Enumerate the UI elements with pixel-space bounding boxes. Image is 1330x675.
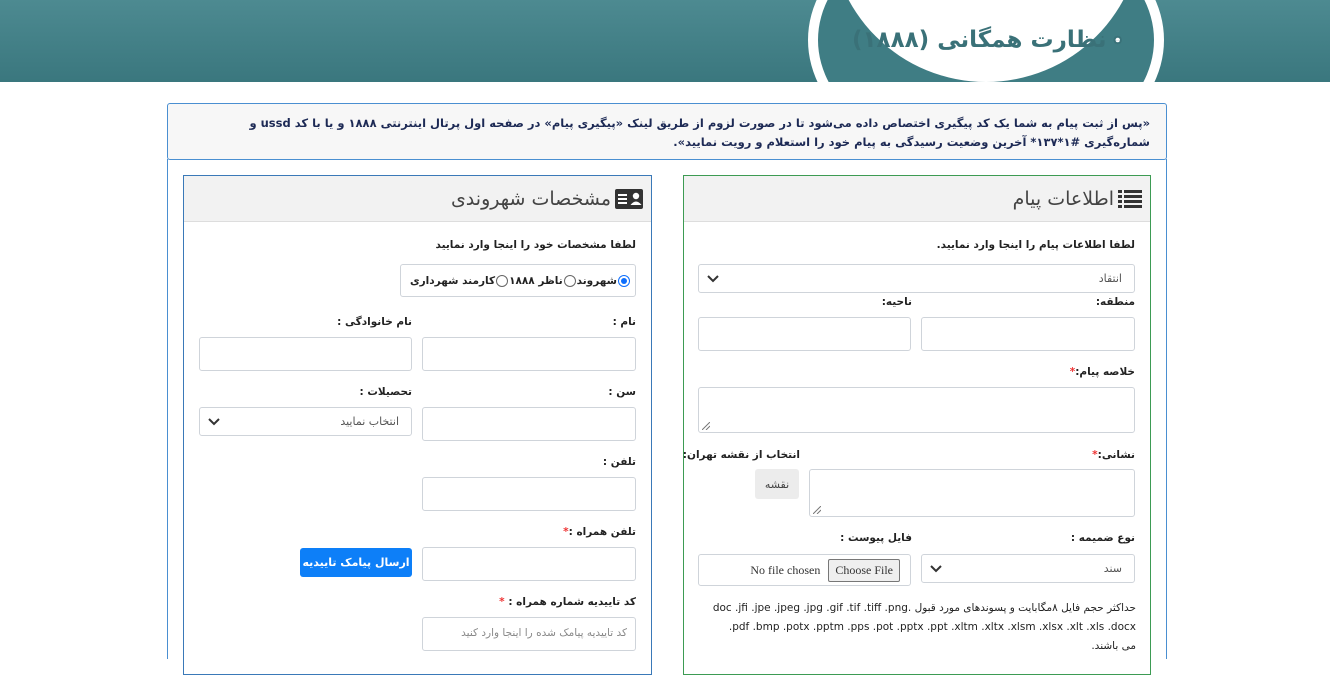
panel-title: مشخصات شهروندی: [450, 187, 611, 210]
brand[interactable]: شهرداری تهران نظارت همگانی (۱۸۸۸): [852, 4, 1122, 76]
verify-code-input[interactable]: کد تاییدیه پیامک شده را اینجا وارد کنید: [422, 617, 636, 651]
file-help-text: حداکثر حجم فایل ۸مگابایت و پسوندهای مورد…: [712, 602, 1136, 652]
address-textarea[interactable]: [809, 469, 1135, 517]
verify-code-label: کد تاییدیه شماره همراه : *: [499, 596, 636, 608]
panel-header: مشخصات شهروندی: [184, 176, 651, 222]
attachment-type-label: نوع ضمیمه :: [1070, 532, 1135, 544]
attachment-type-select[interactable]: سند: [921, 554, 1135, 583]
user-type-radio-group: شهروند ناظر ۱۸۸۸ کارمند شهرداری: [400, 264, 636, 297]
first-name-input[interactable]: [422, 337, 636, 371]
file-input[interactable]: No file chosen Choose File: [698, 554, 911, 586]
verify-code-placeholder: کد تاییدیه پیامک شده را اینجا وارد کنید: [461, 627, 627, 639]
address-label: نشانی:*: [1092, 449, 1135, 461]
age-input[interactable]: [422, 407, 636, 441]
site-header: شهرداری تهران نظارت همگانی (۱۸۸۸): [0, 0, 1330, 82]
radio-observer[interactable]: [563, 274, 576, 287]
education-label: تحصیلات :: [359, 386, 412, 398]
resize-grip-icon[interactable]: [702, 422, 710, 430]
file-status: No file chosen: [750, 562, 821, 577]
radio-observer-label[interactable]: ناظر ۱۸۸۸: [509, 275, 563, 287]
attachment-type-value: سند: [1103, 562, 1122, 575]
choose-file-button[interactable]: Choose File: [828, 558, 900, 582]
id-card-icon: [615, 188, 643, 209]
panel-title: اطلاعات پیام: [1012, 187, 1114, 210]
summary-textarea[interactable]: [698, 387, 1135, 433]
tracking-notice: «پس از ثبت پیام به شما یک کد پیگیری اختص…: [167, 103, 1167, 160]
radio-employee[interactable]: [496, 274, 509, 287]
education-value: انتخاب نمایید: [340, 415, 399, 428]
resize-grip-icon[interactable]: [813, 506, 821, 514]
citizen-intro: لطفا مشخصات خود را اینجا وارد نمایید: [435, 239, 637, 251]
education-select[interactable]: انتخاب نمایید: [199, 407, 412, 436]
chevron-down-icon: [208, 417, 220, 425]
last-name-label: نام خانوادگی :: [337, 316, 412, 328]
first-name-label: نام :: [612, 316, 636, 328]
message-type-value: انتقاد: [1098, 272, 1122, 285]
district-label: ناحیه:: [881, 296, 912, 308]
mobile-label: تلفن همراه :*: [563, 526, 636, 538]
phone-label: تلفن :: [602, 456, 636, 468]
district-input[interactable]: [698, 317, 911, 351]
map-label: انتخاب از نقشه تهران:: [682, 449, 800, 461]
list-icon: [1118, 189, 1142, 208]
radio-employee-label[interactable]: کارمند شهرداری: [410, 275, 495, 287]
radio-citizen-label[interactable]: شهروند: [577, 275, 617, 287]
send-sms-button[interactable]: ارسال پیامک تاییدیه: [300, 548, 412, 577]
mobile-input[interactable]: [422, 547, 636, 581]
radio-citizen[interactable]: [618, 274, 630, 287]
age-label: سن :: [608, 386, 636, 398]
panel-header: اطلاعات پیام: [684, 176, 1150, 222]
brand-title: نظارت همگانی (۱۸۸۸): [852, 27, 1107, 53]
file-label: فایل پیوست :: [840, 532, 912, 544]
notice-text: «پس از ثبت پیام به شما یک کد پیگیری اختص…: [249, 116, 1150, 149]
region-label: منطقه:: [1095, 296, 1135, 308]
map-button[interactable]: نقشه: [755, 469, 799, 499]
message-type-select[interactable]: انتقاد: [698, 264, 1135, 293]
phone-input[interactable]: [422, 477, 636, 511]
summary-label: خلاصه پیام:*: [1069, 366, 1135, 378]
last-name-input[interactable]: [199, 337, 412, 371]
tehran-municipality-logo-icon: شهرداری تهران: [1112, 35, 1122, 45]
region-input[interactable]: [921, 317, 1135, 351]
message-intro: لطفا اطلاعات پیام را اینجا وارد نمایید.: [936, 239, 1135, 251]
chevron-down-icon: [930, 564, 942, 572]
chevron-down-icon: [707, 274, 719, 282]
